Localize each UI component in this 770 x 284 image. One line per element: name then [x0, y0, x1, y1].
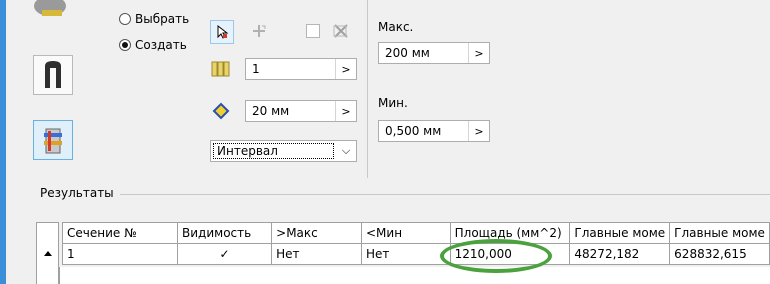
count-arrow-icon[interactable]: >	[335, 59, 356, 79]
radio-select-label: Выбрать	[135, 12, 190, 26]
max-label: Макс.	[378, 20, 414, 34]
layers-icon	[210, 58, 232, 80]
move-icon[interactable]	[248, 20, 270, 42]
cell-section[interactable]: 1	[61, 243, 179, 265]
radio-select-indicator[interactable]	[119, 13, 131, 25]
max-input[interactable]: 200 мм >	[378, 42, 490, 64]
chevron-down-icon[interactable]: ⌵	[336, 141, 356, 161]
checkbox-icon[interactable]	[302, 20, 324, 42]
section-view-button[interactable]	[33, 55, 73, 95]
interval-dropdown[interactable]: Интервал ⌵	[210, 140, 357, 162]
table-header-row: Сечение № Видимость >Макс <Мин Площадь (…	[61, 222, 770, 244]
col-header-visibility[interactable]: Видимость	[177, 222, 273, 244]
interval-value: Интервал	[213, 143, 334, 159]
thickness-icon	[210, 100, 232, 122]
thickness-value: 20 мм	[252, 104, 290, 118]
cell-max[interactable]: Нет	[271, 243, 362, 265]
cylinder-thumbnail-icon[interactable]	[30, 0, 70, 20]
mode-select-radio[interactable]: Выбрать	[119, 12, 189, 26]
cell-moment-2[interactable]: 628832,615	[669, 243, 770, 265]
col-header-moment-1[interactable]: Главные моме	[569, 222, 671, 244]
min-arrow-icon[interactable]: >	[468, 121, 489, 141]
cut-icon[interactable]	[330, 20, 352, 42]
max-value: 200 мм	[385, 46, 430, 60]
min-label: Мин.	[378, 96, 408, 110]
min-value: 0,500 мм	[385, 124, 442, 138]
thickness-arrow-icon[interactable]: >	[335, 101, 356, 121]
results-table: Сечение № Видимость >Макс <Мин Площадь (…	[61, 222, 770, 265]
section-analysis-button[interactable]	[33, 120, 73, 160]
radio-create-label: Создать	[135, 38, 187, 52]
table-empty-area	[59, 267, 770, 284]
row-selector-arrow-icon[interactable]	[44, 251, 52, 256]
thickness-input[interactable]: 20 мм >	[245, 100, 357, 122]
col-header-min[interactable]: <Мин	[361, 222, 451, 244]
panel-separator	[367, 0, 368, 178]
section-shape-icon	[45, 61, 61, 88]
count-input[interactable]: 1 >	[245, 58, 357, 80]
results-group-line	[120, 194, 770, 195]
cell-moment-1[interactable]: 48272,182	[569, 243, 671, 265]
area-highlight-annotation	[440, 239, 552, 273]
cell-visibility[interactable]: ✓	[177, 243, 273, 265]
section-analysis-icon	[44, 128, 62, 154]
radio-create-indicator[interactable]	[119, 39, 131, 51]
results-label: Результаты	[40, 186, 118, 200]
mode-create-radio[interactable]: Создать	[119, 38, 187, 52]
max-arrow-icon[interactable]: >	[468, 43, 489, 63]
col-header-section[interactable]: Сечение №	[61, 222, 179, 244]
col-header-moment-2[interactable]: Главные моме	[669, 222, 770, 244]
left-accent-strip	[0, 0, 6, 284]
table-row[interactable]: 1 ✓ Нет Нет 1210,000 48272,182 628832,61…	[61, 243, 770, 265]
min-input[interactable]: 0,500 мм >	[378, 120, 490, 142]
col-header-max[interactable]: >Макс	[271, 222, 362, 244]
select-arrow-icon[interactable]	[210, 20, 234, 44]
count-value: 1	[252, 62, 260, 76]
cell-min[interactable]: Нет	[361, 243, 451, 265]
row-selector-column	[36, 222, 59, 284]
